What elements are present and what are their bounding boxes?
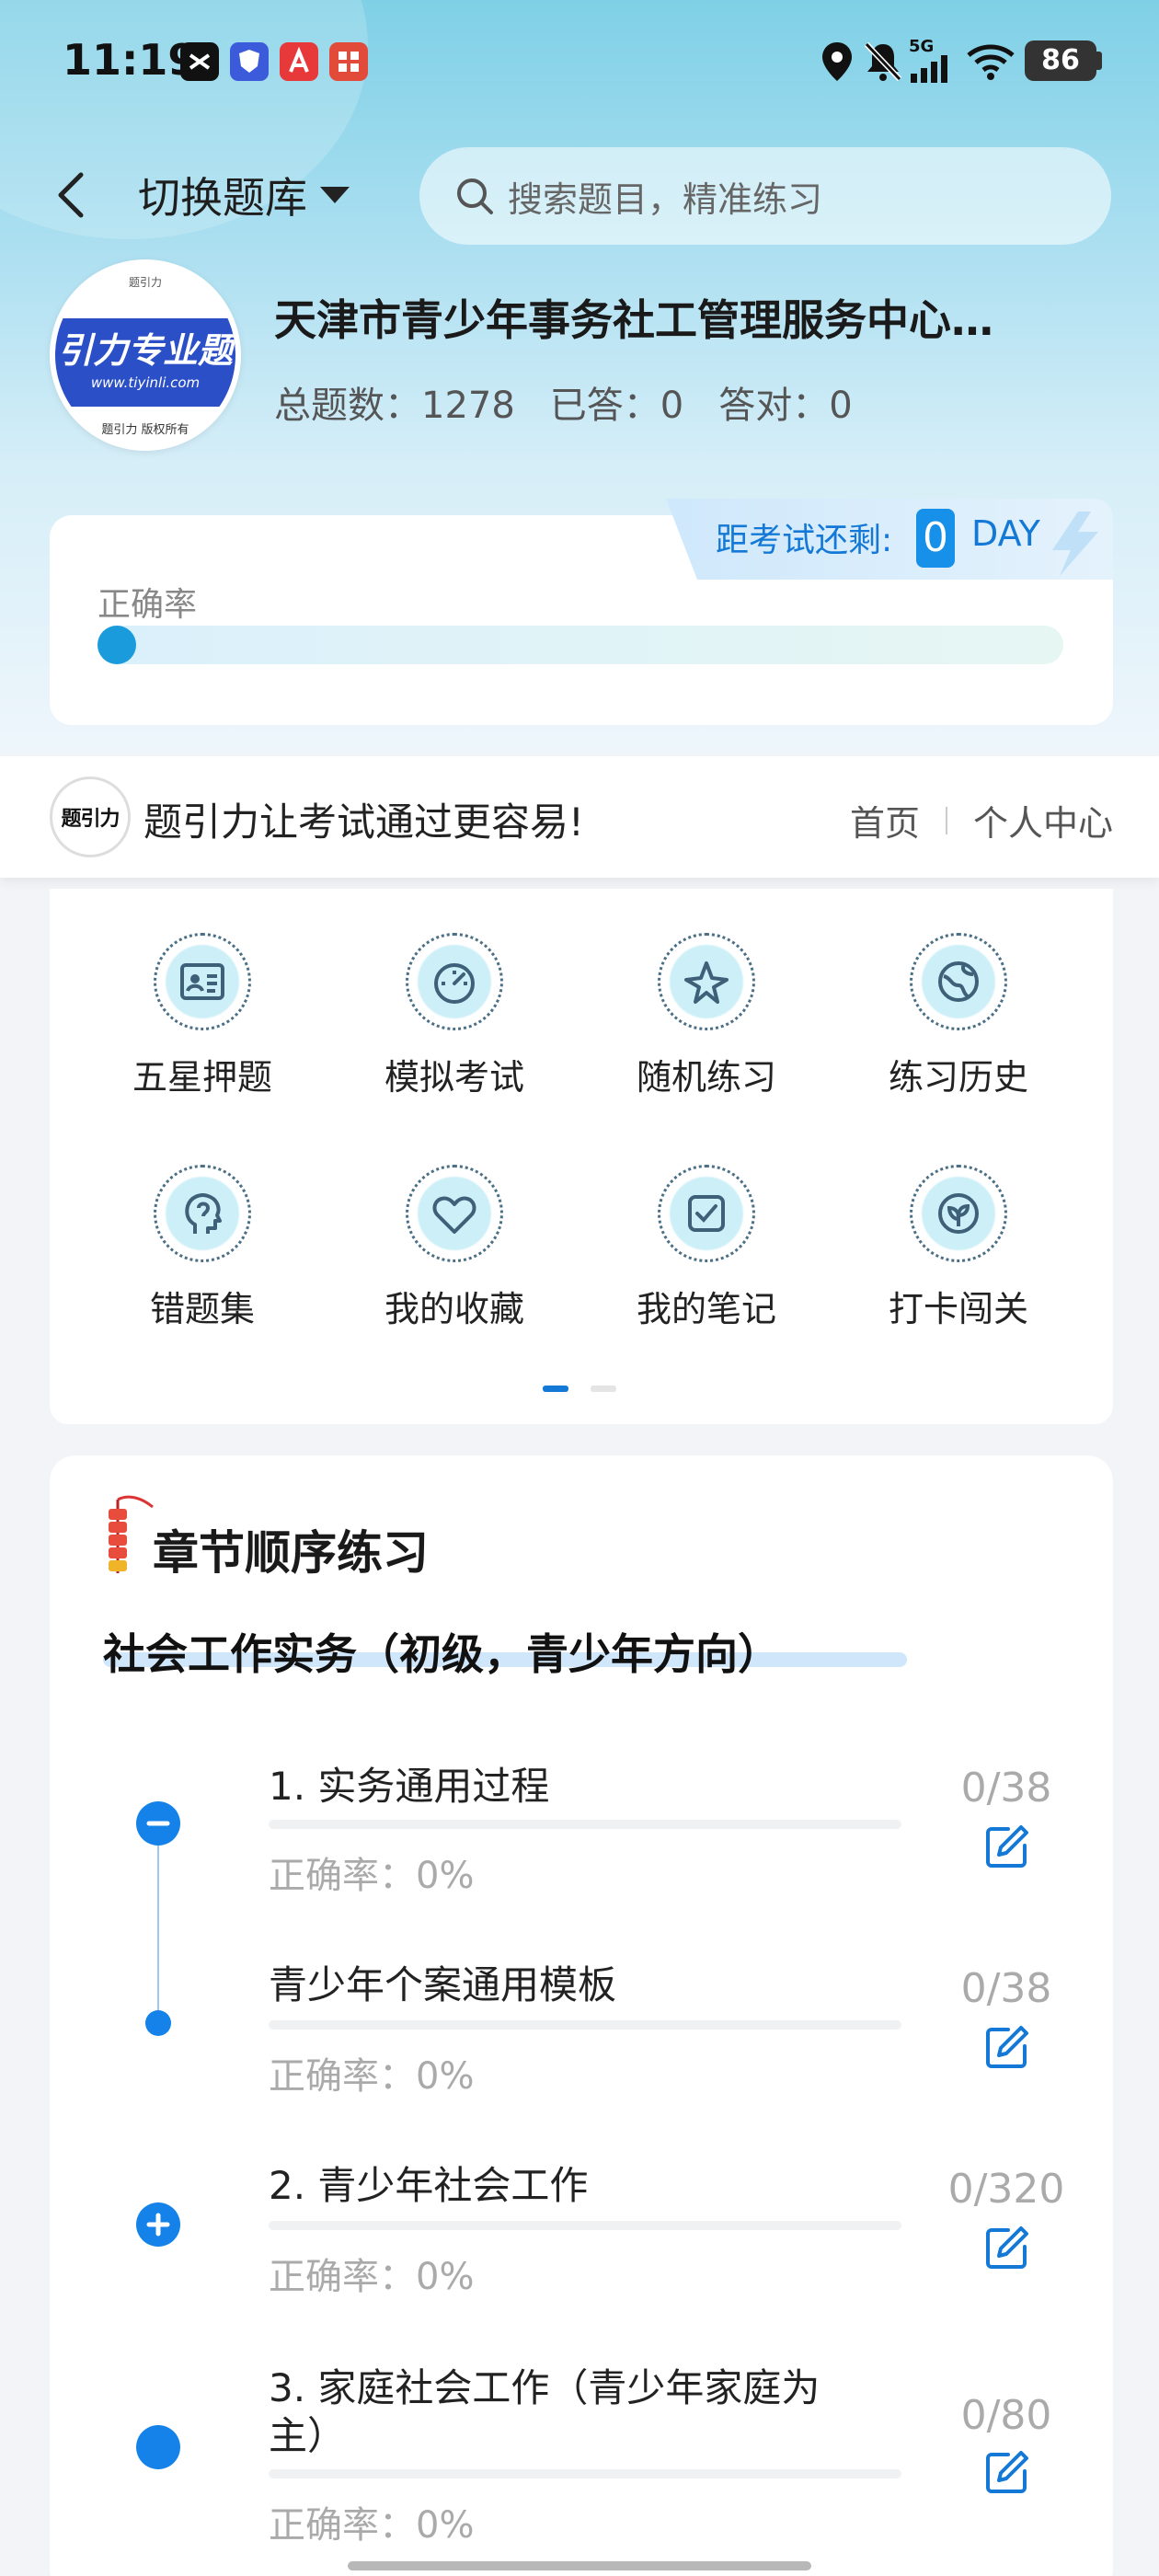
pager-dot[interactable] — [591, 1386, 616, 1392]
stat-total: 总题数：1278 — [274, 385, 515, 427]
brand-logo: 题引力 — [50, 776, 131, 857]
checkbox-icon — [658, 1165, 755, 1262]
speedometer-icon — [406, 933, 503, 1030]
battery-tip — [1096, 52, 1102, 70]
logo-top-text: 题引力 — [128, 276, 162, 289]
switch-bank-label: 切换题库 — [138, 173, 307, 223]
wifi-icon — [967, 44, 1015, 80]
red-grid-app-icon — [329, 42, 368, 81]
chapter-count: 0/38 — [960, 1965, 1052, 2012]
chapter-accuracy: 正确率：0% — [269, 2055, 475, 2098]
nav-profile-link[interactable]: 个人中心 — [973, 795, 1113, 845]
edit-icon[interactable] — [981, 1822, 1032, 1873]
edit-icon[interactable] — [981, 2223, 1032, 2274]
switch-bank-button[interactable]: 切换题库 — [138, 169, 350, 223]
func-label: 模拟考试 — [384, 1057, 524, 1098]
child-node-dot — [145, 2010, 171, 2036]
func-random-practice[interactable]: 随机练习 — [614, 933, 798, 1099]
chapter-name-cont: 主） — [269, 2413, 347, 2458]
func-history[interactable]: 练习历史 — [866, 933, 1050, 1099]
logo-main-text: 引力专业题 — [57, 330, 233, 371]
func-five-star[interactable]: 五星押题 — [110, 933, 294, 1099]
chapter-accuracy: 正确率：0% — [269, 2256, 475, 2298]
logo-url-text: www.tiyinli.com — [90, 374, 201, 391]
location-icon — [822, 42, 852, 81]
brand-strip: 题引力 题引力让考试通过更容易! 首页 个人中心 — [0, 756, 1159, 878]
func-label: 随机练习 — [636, 1057, 776, 1098]
chapter-progress-bar — [269, 1820, 901, 1829]
chapter-count: 0/320 — [947, 2166, 1065, 2213]
red-a-app-icon — [280, 42, 318, 81]
stat-answered: 已答：0 — [549, 385, 684, 427]
chapter-name: 2. 青少年社会工作 — [269, 2163, 589, 2208]
caret-down-icon — [320, 187, 350, 203]
func-wrong-questions[interactable]: 错题集 — [110, 1165, 294, 1331]
func-label: 五星押题 — [132, 1057, 272, 1098]
back-arrow-icon[interactable] — [52, 169, 92, 221]
accuracy-label: 正确率 — [98, 586, 198, 624]
func-label: 我的笔记 — [636, 1289, 776, 1329]
func-mock-exam[interactable]: 模拟考试 — [362, 933, 546, 1099]
search-icon — [457, 178, 493, 214]
expand-icon[interactable] — [136, 2202, 180, 2247]
status-bar: 11:19 5G 86 — [0, 0, 1159, 129]
chapter-progress-bar — [269, 2469, 901, 2478]
nav-divider — [946, 806, 948, 834]
pager-dot-active[interactable] — [543, 1386, 568, 1392]
mute-bell-icon — [864, 41, 902, 82]
edit-icon[interactable] — [981, 2022, 1032, 2074]
signal-icon — [911, 55, 947, 83]
chapter-progress-bar — [269, 2020, 901, 2030]
edit-icon[interactable] — [981, 2447, 1032, 2499]
func-checkin[interactable]: 打卡闯关 — [866, 1165, 1050, 1331]
chapter-count: 0/80 — [960, 2392, 1052, 2439]
status-time: 11:19 — [63, 35, 198, 85]
bank-stats: 总题数：1278 已答：0 答对：0 — [274, 375, 853, 429]
head-profile-icon — [154, 1165, 251, 1262]
globe-icon — [910, 933, 1007, 1030]
search-input[interactable]: 搜索题目，精准练习 — [419, 147, 1111, 245]
func-label: 打卡闯关 — [888, 1289, 1028, 1329]
countdown-unit: DAY — [971, 513, 1040, 554]
capcut-icon — [180, 42, 219, 81]
chapter-accuracy: 正确率：0% — [269, 1855, 475, 1897]
func-label: 练习历史 — [888, 1057, 1028, 1098]
countdown-label: 距考试还剩: — [716, 522, 893, 559]
search-placeholder: 搜索题目，精准练习 — [508, 178, 823, 220]
leaf-icon — [910, 1165, 1007, 1262]
func-notes[interactable]: 我的笔记 — [614, 1165, 798, 1331]
bank-title: 天津市青少年事务社工管理服务中心… — [274, 295, 993, 345]
collapse-icon[interactable] — [136, 1801, 180, 1846]
func-favorites[interactable]: 我的收藏 — [362, 1165, 546, 1331]
chapter-progress-bar — [269, 2221, 901, 2230]
chapter-name: 青少年个案通用模板 — [269, 1962, 617, 2007]
chapter-section-title: 章节顺序练习 — [153, 1526, 429, 1580]
chapter-accuracy: 正确率：0% — [269, 2504, 475, 2547]
shield-app-icon — [230, 42, 269, 81]
nav-home-link[interactable]: 首页 — [850, 795, 920, 845]
leaf-node-dot — [136, 2425, 180, 2469]
bank-logo: 题引力 引力专业题 www.tiyinli.com 题引力 版权所有 — [50, 259, 241, 451]
countdown-value: 0 — [916, 509, 955, 568]
star-compass-icon — [658, 933, 755, 1030]
home-indicator[interactable] — [348, 2561, 811, 2570]
logo-caption: 题引力 版权所有 — [101, 423, 189, 437]
chapter-name: 1. 实务通用过程 — [269, 1764, 550, 1809]
id-card-icon — [154, 933, 251, 1030]
chapter-name: 3. 家庭社会工作（青少年家庭为 — [269, 2365, 820, 2410]
heart-icon — [406, 1165, 503, 1262]
func-label: 错题集 — [149, 1289, 255, 1329]
brand-slogan: 题引力让考试通过更容易! — [143, 799, 584, 845]
tree-connector — [157, 1823, 159, 2020]
accuracy-progress-handle — [98, 626, 136, 664]
battery-level: 86 — [1025, 40, 1096, 81]
accuracy-progress-bar — [98, 626, 1063, 664]
subject-title: 社会工作实务（初级，青少年方向） — [103, 1629, 780, 1679]
func-label: 我的收藏 — [384, 1289, 524, 1329]
chapter-count: 0/38 — [960, 1765, 1052, 1811]
brand-nav: 首页 个人中心 — [850, 795, 1113, 845]
stat-correct: 答对：0 — [718, 385, 853, 427]
brand-logo-text: 题引力 — [61, 808, 120, 831]
